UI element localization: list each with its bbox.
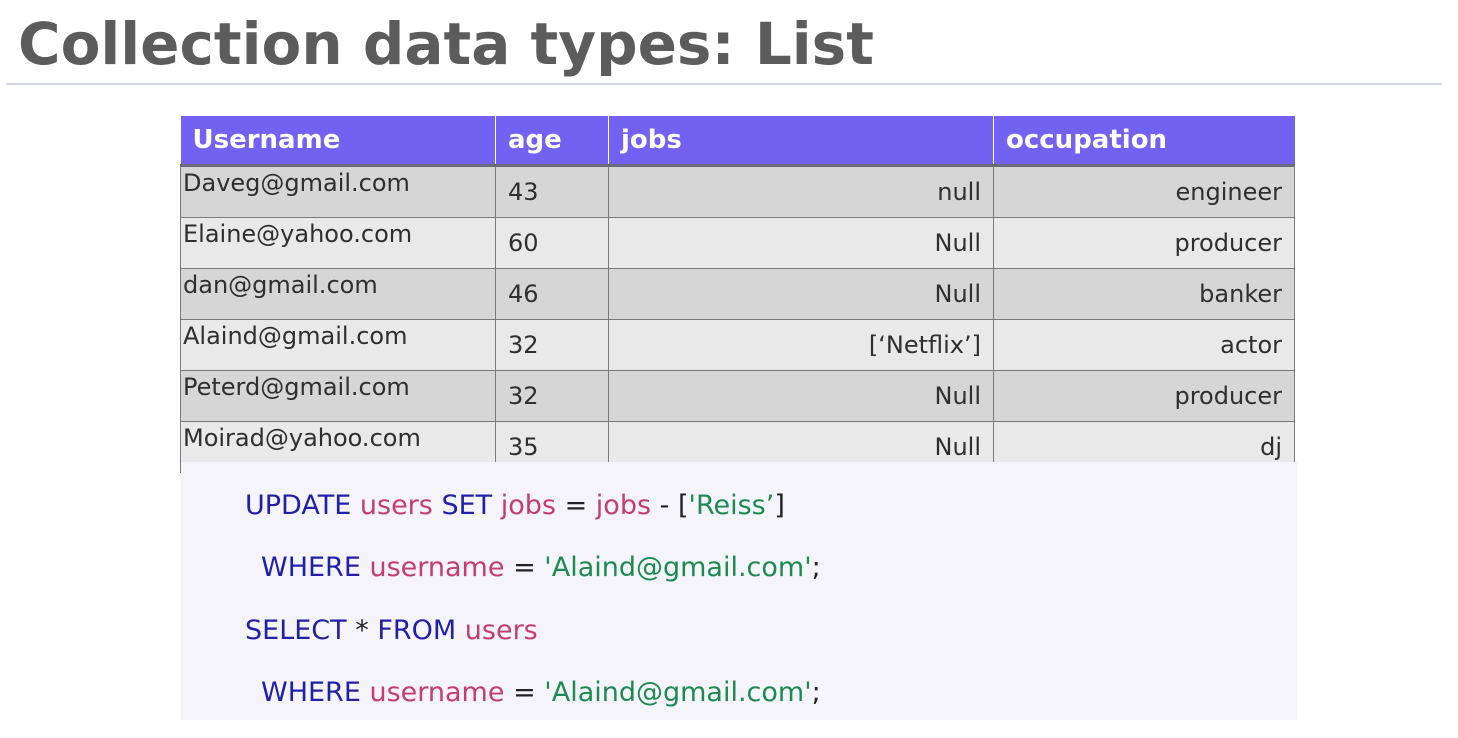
- title-divider: [6, 83, 1442, 85]
- header-jobs: jobs: [608, 116, 994, 167]
- table-row: Alaind@gmail.com 32 [‘Netflix’] actor: [180, 319, 1295, 371]
- slide-title: Collection data types: List: [18, 10, 874, 78]
- jobs-cell: null: [608, 165, 994, 218]
- code-line-where: WHERE username = 'Alaind@gmail.com';: [261, 550, 821, 586]
- column-name: username: [369, 552, 505, 583]
- age-cell: 60: [495, 217, 609, 269]
- keyword-from: FROM: [377, 615, 457, 646]
- equals-operator: =: [513, 552, 536, 583]
- header-occupation: occupation: [993, 116, 1295, 167]
- occupation-cell: producer: [993, 370, 1295, 422]
- age-cell: 32: [495, 370, 609, 422]
- username-cell: Elaine@yahoo.com: [180, 217, 496, 269]
- code-line-where: WHERE username = 'Alaind@gmail.com';: [261, 675, 821, 711]
- open-bracket: [: [677, 490, 689, 521]
- jobs-cell: [‘Netflix’]: [608, 319, 994, 371]
- semicolon: ;: [811, 552, 821, 583]
- table-name: users: [359, 490, 433, 521]
- code-line-update: UPDATE users SET jobs = jobs - ['Reiss’]: [245, 488, 785, 524]
- star-operator: *: [355, 615, 369, 646]
- keyword-select: SELECT: [245, 615, 347, 646]
- table-row: Daveg@gmail.com 43 null engineer: [180, 165, 1295, 218]
- username-cell: Daveg@gmail.com: [180, 165, 496, 218]
- column-name: jobs: [595, 490, 652, 521]
- keyword-where: WHERE: [261, 677, 361, 708]
- column-name: jobs: [500, 490, 556, 521]
- age-cell: 32: [495, 319, 609, 371]
- column-name: username: [369, 677, 505, 708]
- cql-code-block: UPDATE users SET jobs = jobs - ['Reiss’]…: [181, 462, 1297, 720]
- occupation-cell: engineer: [993, 165, 1295, 218]
- table-header-row: Username age jobs occupation: [180, 116, 1295, 167]
- table-name: users: [464, 615, 538, 646]
- jobs-cell: Null: [608, 217, 994, 269]
- header-age: age: [495, 116, 609, 167]
- header-username: Username: [180, 116, 496, 167]
- table-row: dan@gmail.com 46 Null banker: [180, 268, 1295, 320]
- string-literal: 'Reiss’: [688, 490, 775, 521]
- users-table: Username age jobs occupation Daveg@gmail…: [180, 116, 1295, 473]
- age-cell: 43: [495, 165, 609, 218]
- occupation-cell: actor: [993, 319, 1295, 371]
- string-literal: 'Alaind@gmail.com': [544, 552, 812, 583]
- table-row: Peterd@gmail.com 32 Null producer: [180, 370, 1295, 422]
- username-cell: dan@gmail.com: [180, 268, 496, 320]
- username-cell: Alaind@gmail.com: [180, 319, 496, 371]
- keyword-update: UPDATE: [245, 490, 352, 521]
- username-cell: Peterd@gmail.com: [180, 370, 496, 422]
- keyword-set: SET: [441, 490, 493, 521]
- string-literal: 'Alaind@gmail.com': [544, 677, 812, 708]
- equals-operator: =: [564, 490, 588, 521]
- semicolon: ;: [811, 677, 821, 708]
- jobs-cell: Null: [608, 370, 994, 422]
- jobs-cell: Null: [608, 268, 994, 320]
- table-row: Elaine@yahoo.com 60 Null producer: [180, 217, 1295, 269]
- minus-operator: -: [659, 490, 670, 521]
- close-bracket: ]: [774, 490, 785, 521]
- age-cell: 46: [495, 268, 609, 320]
- keyword-where: WHERE: [261, 552, 361, 583]
- occupation-cell: banker: [993, 268, 1295, 320]
- occupation-cell: producer: [993, 217, 1295, 269]
- code-line-select: SELECT * FROM users: [245, 613, 538, 649]
- equals-operator: =: [513, 677, 536, 708]
